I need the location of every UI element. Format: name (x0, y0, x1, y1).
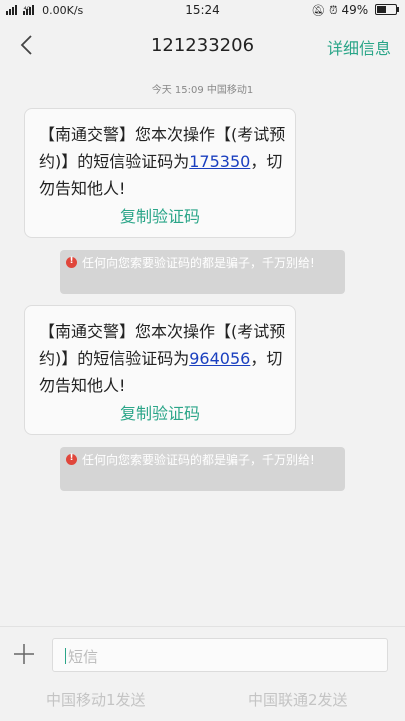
alarm-icon: ⏰︎ (329, 4, 338, 17)
message-text: 【南通交警】您本次操作【(考试预约)】的短信验证码为175350，切勿告知他人! (39, 121, 291, 202)
message-bubble[interactable]: 【南通交警】您本次操作【(考试预约)】的短信验证码为175350，切勿告知他人!… (24, 108, 296, 238)
plus-icon (14, 644, 34, 664)
status-right: 🔕︎ ⏰︎ 49% (311, 3, 399, 18)
mute-icon: 🔕︎ (311, 4, 326, 17)
verification-code-link[interactable]: 175350 (189, 152, 250, 171)
alert-icon (66, 256, 77, 268)
battery-percent: 49% (341, 3, 369, 17)
message-bubble[interactable]: 【南通交警】您本次操作【(考试预约)】的短信验证码为964056，切勿告知他人!… (24, 305, 296, 435)
warning-text: 任何向您索要验证码的都是骗子，千万别给! (82, 256, 315, 270)
compose-bar: 短信 中国移动1发送 中国联通2发送 (0, 626, 405, 721)
message-text: 【南通交警】您本次操作【(考试预约)】的短信验证码为964056，切勿告知他人! (39, 318, 291, 399)
send-sim1-button[interactable]: 中国移动1发送 (46, 689, 146, 710)
battery-icon (375, 4, 399, 15)
copy-code-button[interactable]: 复制验证码 (25, 400, 295, 424)
text-cursor (65, 648, 66, 664)
sms-input-placeholder: 短信 (68, 648, 99, 666)
send-sim2-button[interactable]: 中国联通2发送 (248, 689, 348, 710)
alert-icon (66, 453, 77, 465)
copy-code-button[interactable]: 复制验证码 (25, 203, 295, 227)
sms-input[interactable]: 短信 (52, 638, 388, 672)
warning-text: 任何向您索要验证码的都是骗子，千万别给! (82, 453, 315, 467)
battery-level (377, 6, 386, 13)
details-button[interactable]: 详细信息 (327, 35, 391, 59)
fraud-warning: 任何向您索要验证码的都是骗子，千万别给! (60, 250, 345, 294)
attach-button[interactable] (10, 640, 38, 668)
conversation-header: 121233206 详细信息 (0, 22, 405, 68)
message-timestamp: 今天 15:09 中国移动1 (151, 85, 254, 96)
fraud-warning: 任何向您索要验证码的都是骗子，千万别给! (60, 447, 345, 491)
status-bar: ⁴ᴳ 0.00K/s 15:24 🔕︎ ⏰︎ 49% (0, 0, 405, 22)
verification-code-link[interactable]: 964056 (189, 349, 250, 368)
